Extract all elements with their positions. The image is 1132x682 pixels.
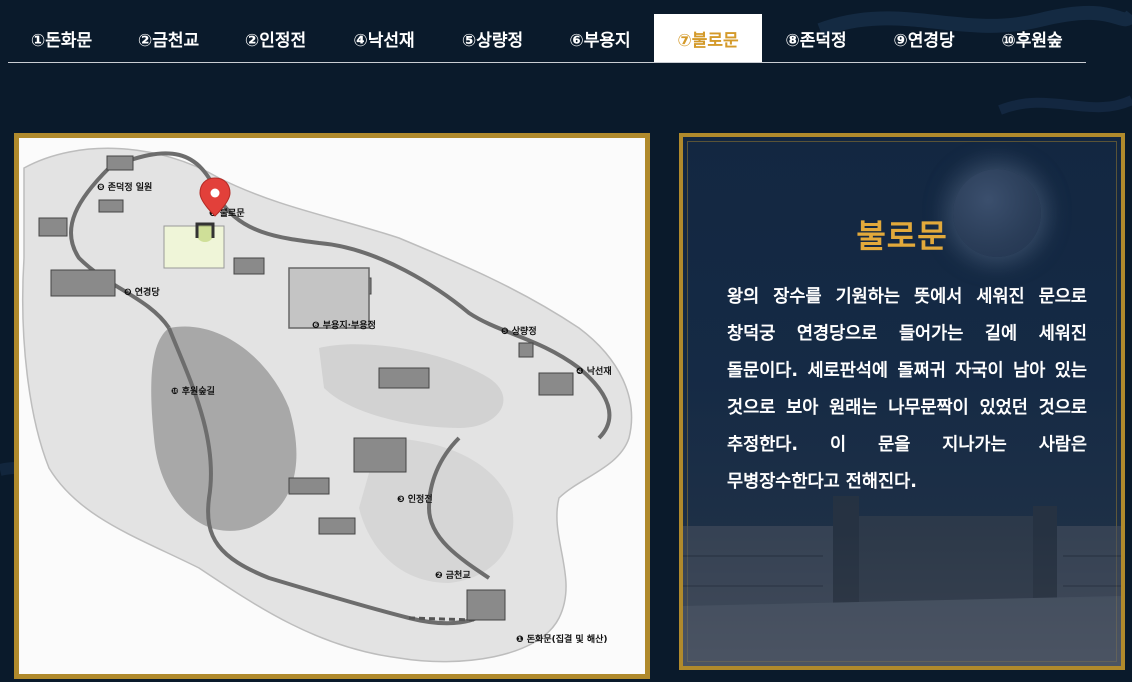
landmark-title: 불로문 [856,217,948,255]
map-label-donhwamun: ❶ 돈화문(집결 및 해산) [516,633,608,645]
map-label-nakseonjae: ❹ 낙선재 [576,365,612,377]
section-tab-bar: ①돈화문 ②금천교 ②인정전 ④낙선재 ⑤상량정 ⑥부용지 ⑦불로문 ⑧존덕정 … [8,14,1086,63]
tab-geumcheongyo[interactable]: ②금천교 [115,14,222,62]
tab-yeongyeongdang[interactable]: ⑨연경당 [870,14,978,62]
tab-huwonsup[interactable]: ⑩후원숲 [978,14,1086,62]
map-label-geumcheongyo: ❷ 금천교 [435,570,471,581]
landmark-info-panel: 불로문 왕의 장수를 기원하는 뜻에서 세워진 문으로 창덕궁 연경당으로 들어… [679,133,1125,670]
tab-sangnyangjeong[interactable]: ⑤상량정 [439,14,546,62]
landmark-description: 왕의 장수를 기원하는 뜻에서 세워진 문으로 창덕궁 연경당으로 들어가는 길… [727,287,1087,492]
tab-nakseonjae[interactable]: ④낙선재 [329,14,439,62]
map-label-sangnyangjeong: ❺ 상량정 [501,325,537,337]
tab-buyongji[interactable]: ⑥부용지 [546,14,654,62]
map-label-buyongji: ❻ 부용지·부용정 [312,319,376,331]
palace-map-panel: ❽ 존덕정 일원 ❼ 불로문 ❾ 연경당 ❻ 부용지·부용정 ❺ 상량정 ❹ 낙… [14,133,650,679]
palace-map-illustration: ❽ 존덕정 일원 ❼ 불로문 ❾ 연경당 ❻ 부용지·부용정 ❺ 상량정 ❹ 낙… [19,138,645,674]
map-label-injeongjeon: ❸ 인정전 [397,493,433,505]
map-label-yeongyeongdang: ❾ 연경당 [124,286,160,298]
tab-jondeokjeong[interactable]: ⑧존덕정 [762,14,870,62]
tab-bullomun[interactable]: ⑦불로문 [654,14,762,62]
tab-injeongjeon[interactable]: ②인정전 [222,14,329,62]
map-label-jondeokjeong: ❽ 존덕정 일원 [97,181,152,193]
map-label-huwonsupgil: ❿ 후원숲길 [171,385,215,397]
tab-donhwamun[interactable]: ①돈화문 [8,14,115,62]
